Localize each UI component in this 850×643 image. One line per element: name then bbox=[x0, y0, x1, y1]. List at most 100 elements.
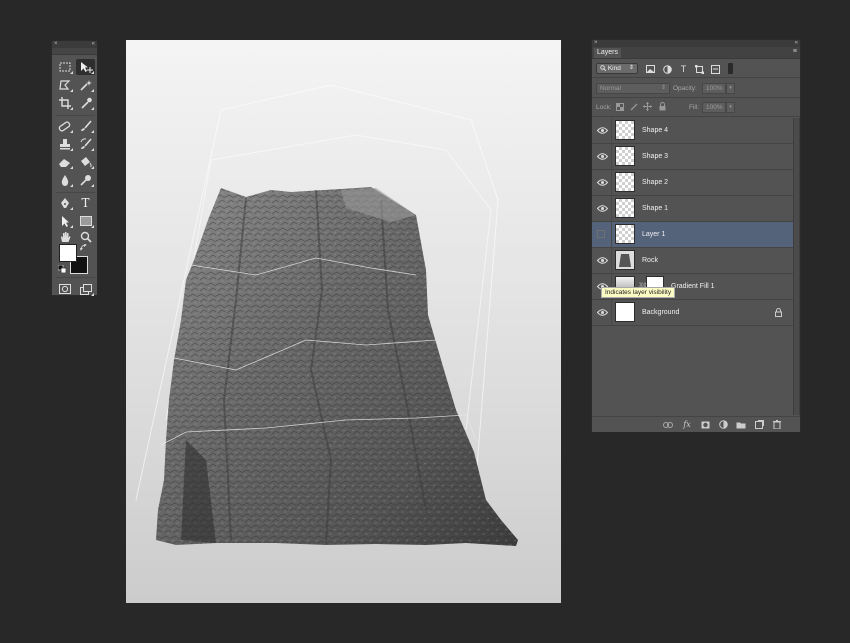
eraser-icon[interactable] bbox=[55, 154, 74, 170]
type-tool-icon[interactable]: T bbox=[76, 195, 95, 211]
dodge-icon[interactable] bbox=[76, 172, 95, 188]
fill-dropdown-icon[interactable]: ▾ bbox=[726, 102, 735, 113]
collapse-panel-icon[interactable]: « bbox=[795, 40, 798, 47]
layer-thumbnail bbox=[615, 250, 635, 270]
history-brush-icon[interactable] bbox=[76, 136, 95, 152]
blur-icon[interactable] bbox=[55, 172, 74, 188]
blend-mode-value: Normal bbox=[600, 85, 621, 92]
quick-mask-icon[interactable] bbox=[55, 281, 74, 297]
visibility-tooltip: Indicates layer visibility bbox=[601, 287, 676, 298]
screen-mode-icon[interactable] bbox=[76, 281, 95, 297]
layers-panel-titlebar: × « bbox=[592, 40, 800, 47]
fill-input[interactable]: 100% bbox=[702, 102, 726, 113]
layers-action-bar: fx bbox=[592, 416, 800, 432]
pen-icon[interactable] bbox=[55, 195, 74, 211]
layer-name[interactable]: Shape 4 bbox=[642, 127, 668, 134]
search-icon bbox=[600, 65, 607, 72]
swap-colors-icon[interactable] bbox=[80, 244, 87, 251]
scrollbar-thumb[interactable] bbox=[794, 118, 799, 415]
lock-icon bbox=[775, 308, 782, 317]
lock-position-icon[interactable] bbox=[643, 102, 652, 111]
delete-layer-icon[interactable] bbox=[772, 420, 782, 429]
eye-icon[interactable] bbox=[596, 204, 608, 213]
paint-bucket-icon[interactable] bbox=[76, 154, 95, 170]
crop-icon[interactable] bbox=[55, 95, 74, 111]
close-icon[interactable]: × bbox=[54, 41, 58, 48]
layer-thumbnail bbox=[615, 146, 635, 166]
pixel-filter-icon[interactable] bbox=[645, 64, 656, 74]
type-filter-icon[interactable]: T bbox=[678, 64, 689, 74]
filter-toggle-switch[interactable] bbox=[728, 63, 733, 74]
layer-row-rock[interactable]: Rock bbox=[592, 248, 793, 274]
path-selection-icon[interactable] bbox=[55, 213, 74, 229]
layer-row-shape-3[interactable]: Shape 3 bbox=[592, 144, 793, 170]
lock-all-icon[interactable] bbox=[658, 102, 667, 111]
move-tool-icon[interactable] bbox=[76, 59, 95, 75]
layer-row-shape-2[interactable]: Shape 2 bbox=[592, 170, 793, 196]
layer-name[interactable]: Gradient Fill 1 bbox=[671, 283, 715, 290]
visibility-toggle-empty[interactable] bbox=[597, 230, 605, 238]
new-layer-icon[interactable] bbox=[754, 420, 764, 429]
eye-icon[interactable] bbox=[596, 256, 608, 265]
layer-filter-bar: Kind ⇕ T bbox=[592, 60, 800, 78]
link-layers-icon[interactable] bbox=[663, 420, 673, 429]
filter-kind-select[interactable]: Kind ⇕ bbox=[596, 63, 638, 74]
panel-grip[interactable] bbox=[52, 48, 97, 55]
opacity-input[interactable]: 100% bbox=[702, 83, 726, 94]
layers-panel: × « Layers ≡ Kind ⇕ T Normal ⇕ Opacity: … bbox=[591, 39, 801, 432]
shape-filter-icon[interactable] bbox=[694, 64, 705, 74]
adjustment-filter-icon[interactable] bbox=[662, 64, 673, 74]
layer-row-shape-4[interactable]: Shape 4 bbox=[592, 118, 793, 144]
layer-row-layer-1[interactable]: Layer 1 bbox=[592, 222, 793, 248]
foreground-color-swatch[interactable] bbox=[59, 244, 77, 262]
blend-mode-select[interactable]: Normal ⇕ bbox=[596, 83, 670, 94]
eyedropper-icon[interactable] bbox=[76, 95, 95, 111]
layer-row-shape-1[interactable]: Shape 1 bbox=[592, 196, 793, 222]
opacity-dropdown-icon[interactable]: ▾ bbox=[726, 83, 735, 94]
divider bbox=[611, 300, 612, 325]
layer-thumbnail bbox=[615, 198, 635, 218]
new-group-icon[interactable] bbox=[736, 420, 746, 429]
document-canvas[interactable] bbox=[126, 40, 561, 603]
collapse-panel-icon[interactable]: « bbox=[92, 41, 95, 48]
layer-style-icon[interactable]: fx bbox=[682, 420, 692, 429]
adjustment-layer-icon[interactable] bbox=[718, 420, 728, 429]
zoom-icon[interactable] bbox=[76, 229, 95, 245]
close-icon[interactable]: × bbox=[594, 40, 598, 47]
select-arrows-icon: ⇕ bbox=[660, 85, 666, 91]
magic-wand-icon[interactable] bbox=[76, 77, 95, 93]
brush-icon[interactable] bbox=[76, 118, 95, 134]
hand-icon[interactable] bbox=[55, 229, 74, 245]
fill-label: Fill: bbox=[689, 104, 700, 111]
layer-name[interactable]: Shape 2 bbox=[642, 179, 668, 186]
lock-transparent-pixels-icon[interactable] bbox=[615, 102, 624, 111]
clone-stamp-icon[interactable] bbox=[55, 136, 74, 152]
layer-row-background[interactable]: Background bbox=[592, 300, 793, 326]
healing-brush-icon[interactable] bbox=[55, 118, 74, 134]
tab-layers[interactable]: Layers bbox=[594, 48, 622, 58]
layers-scrollbar[interactable] bbox=[793, 118, 800, 415]
layer-name[interactable]: Layer 1 bbox=[642, 231, 665, 238]
layer-name[interactable]: Shape 3 bbox=[642, 153, 668, 160]
eye-icon[interactable] bbox=[596, 178, 608, 187]
eye-icon[interactable] bbox=[596, 126, 608, 135]
layer-name[interactable]: Rock bbox=[642, 257, 658, 264]
layer-thumbnail bbox=[615, 302, 635, 322]
panel-menu-icon[interactable]: ≡ bbox=[793, 48, 797, 55]
opacity-label: Opacity: bbox=[673, 85, 697, 92]
default-colors-icon[interactable] bbox=[58, 265, 66, 273]
eye-icon[interactable] bbox=[596, 308, 608, 317]
layer-name[interactable]: Background bbox=[642, 309, 679, 316]
smart-object-filter-icon[interactable] bbox=[710, 64, 721, 74]
lock-options-bar: Lock: Fill: 100% ▾ bbox=[592, 99, 800, 117]
rectangle-shape-icon[interactable] bbox=[76, 213, 95, 229]
divider bbox=[611, 118, 612, 143]
layer-name[interactable]: Shape 1 bbox=[642, 205, 668, 212]
lasso-icon[interactable] bbox=[55, 77, 74, 93]
divider bbox=[611, 222, 612, 247]
divider bbox=[611, 248, 612, 273]
eye-icon[interactable] bbox=[596, 152, 608, 161]
rect-marquee-icon[interactable] bbox=[55, 59, 74, 75]
lock-image-pixels-icon[interactable] bbox=[629, 102, 638, 111]
add-mask-icon[interactable] bbox=[700, 420, 710, 429]
